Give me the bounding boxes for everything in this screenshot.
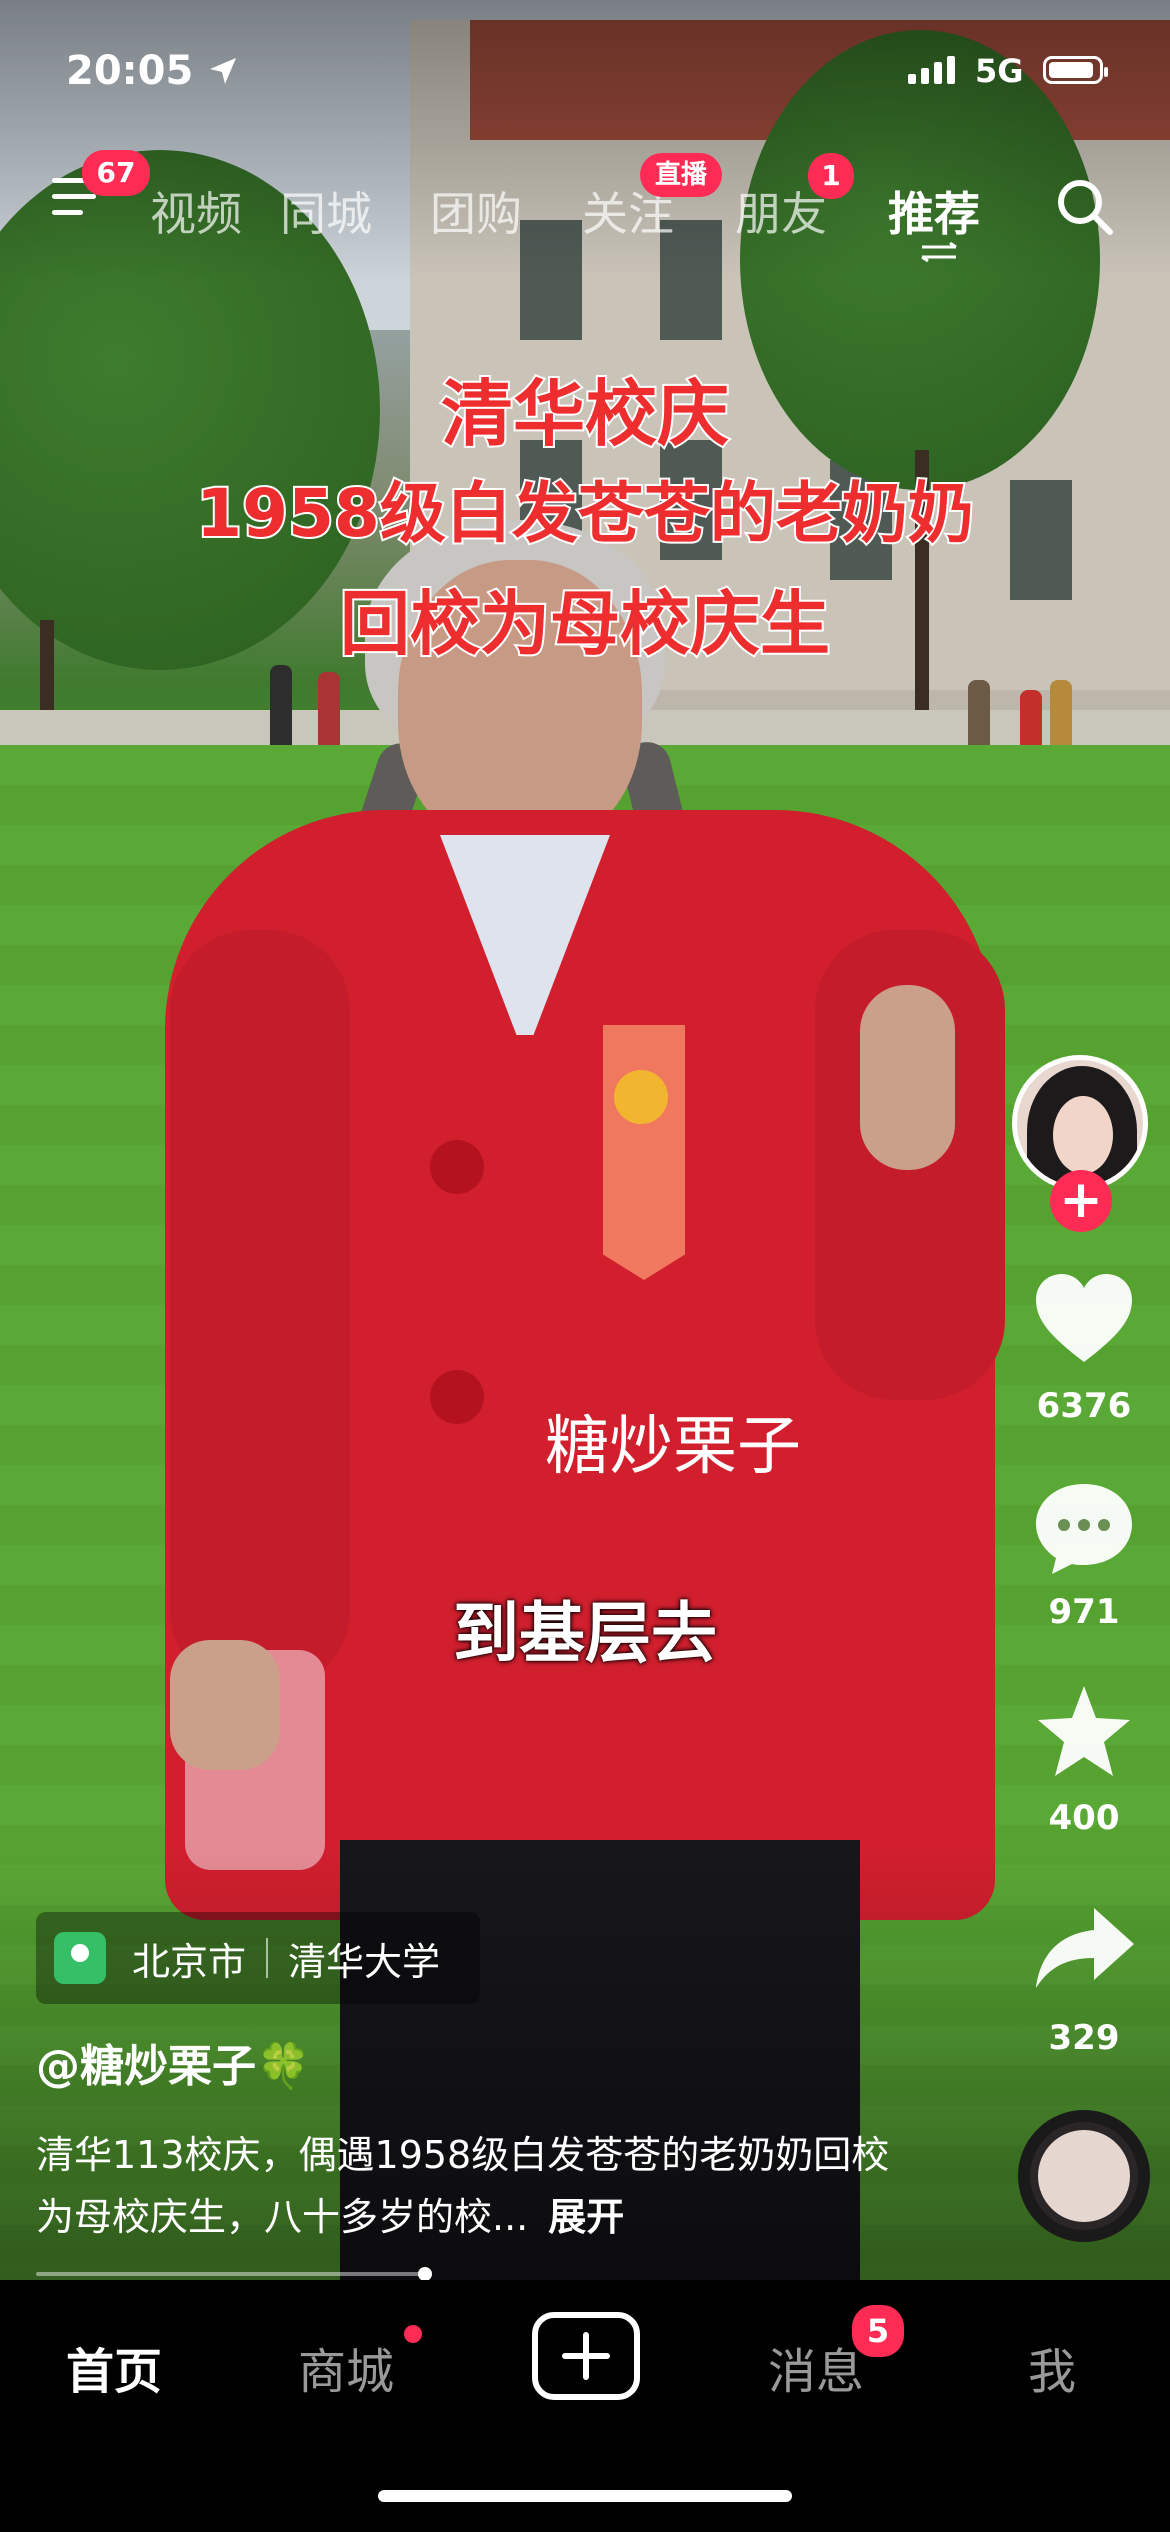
network-type: 5G [975,52,1024,90]
video-title-line-3: 回校为母校庆生 [338,581,832,667]
battery-icon [1043,56,1108,84]
create-post-button[interactable] [532,2312,640,2400]
comment-count: 971 [1048,1592,1120,1632]
video-description[interactable]: 清华113校庆，偶遇1958级白发苍苍的老奶奶回校为母校庆生，八十多岁的校...… [36,2124,916,2248]
location-chip[interactable]: 北京市 清华大学 [36,1912,480,2004]
tab-video[interactable]: 视频 [150,178,242,244]
tab-home[interactable]: 首页 [66,2332,162,2402]
music-disc-icon[interactable] [1018,2110,1150,2242]
person [318,672,340,750]
follow-button[interactable]: + [1050,1170,1112,1232]
tab-messages[interactable]: 消息 [768,2332,864,2402]
description-text: 清华113校庆，偶遇1958级白发苍苍的老奶奶回校为母校庆生，八十多岁的校... [36,2133,890,2239]
status-time: 20:05 [66,48,194,94]
tab-nearby[interactable]: 同城 [280,178,372,244]
feed-switch-icon [921,242,957,262]
signal-icon [908,56,955,84]
location-pin-icon [54,1932,106,1984]
video-progress-bar[interactable] [36,2267,432,2281]
heart-icon[interactable] [1030,1270,1138,1370]
like-count: 6376 [1036,1386,1132,1426]
menu-badge: 67 [82,150,150,196]
share-arrow-icon[interactable] [1030,1900,1138,2000]
share-count: 329 [1048,2018,1120,2058]
author-name[interactable]: @糖炒栗子🍀 [36,2030,311,2094]
badge-medal [614,1070,668,1124]
tab-mall[interactable]: 商城 [298,2332,394,2402]
search-icon[interactable] [1054,176,1116,238]
live-badge: 直播 [640,153,722,197]
friends-badge: 1 [808,153,854,199]
video-title-line-1: 清华校庆 [439,370,731,458]
tab-recommended[interactable]: 推荐 [888,178,980,244]
creator-watermark: 糖炒栗子 [545,1410,801,1484]
expand-link[interactable]: 展开 [548,2195,624,2239]
location-city: 北京市 [132,1939,247,1984]
comment-icon[interactable] [1030,1478,1138,1578]
tab-me[interactable]: 我 [1028,2332,1076,2402]
location-place: 清华大学 [288,1939,441,1984]
video-subtitle: 到基层去 [453,1595,717,1672]
tab-group-buy[interactable]: 团购 [430,178,522,244]
home-indicator [378,2490,792,2502]
commemorative-ribbon [603,1025,685,1280]
person [270,665,292,750]
favorite-star-icon[interactable] [1030,1682,1138,1782]
messages-badge: 5 [852,2305,904,2357]
video-title-line-2: 1958级白发苍苍的老奶奶 [194,473,976,554]
favorite-count: 400 [1048,1798,1120,1838]
location-arrow-icon [210,58,236,84]
mall-notification-dot [404,2325,422,2343]
